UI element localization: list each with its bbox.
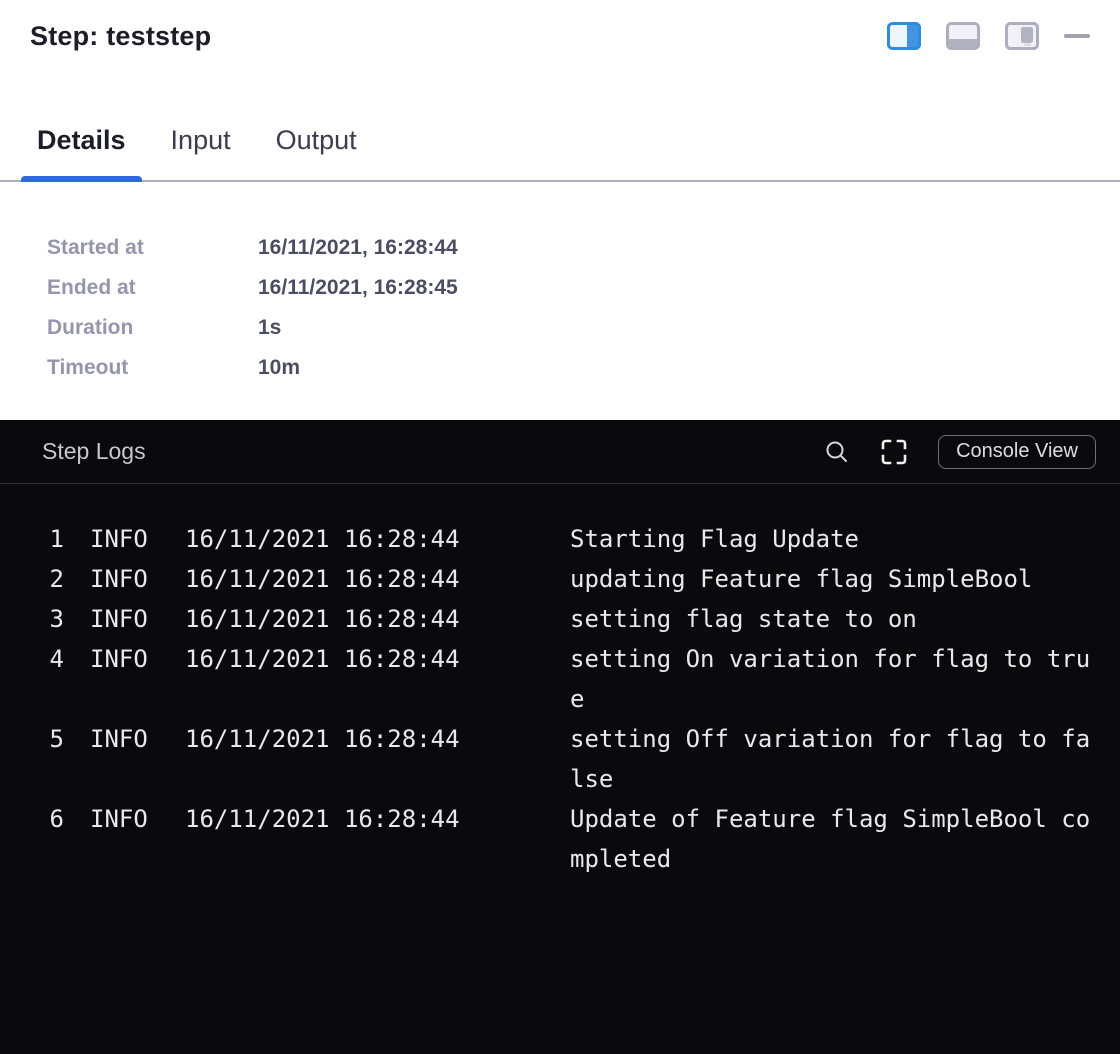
log-output: 1 INFO 16/11/2021 16:28:44 Starting Flag… xyxy=(0,484,1120,879)
log-line-number: 5 xyxy=(24,719,64,759)
detail-row-duration: Duration 1s xyxy=(47,308,1120,348)
log-message: Starting Flag Update xyxy=(570,519,1090,559)
log-line-number: 1 xyxy=(24,519,64,559)
tab-details[interactable]: Details xyxy=(21,125,142,180)
log-message: updating Feature flag SimpleBool xyxy=(570,559,1090,599)
details-section: Started at 16/11/2021, 16:28:44 Ended at… xyxy=(0,182,1120,420)
log-timestamp: 16/11/2021 16:28:44 xyxy=(185,599,570,639)
log-timestamp: 16/11/2021 16:28:44 xyxy=(185,719,570,759)
split-bottom-icon xyxy=(946,22,980,50)
detail-value: 10m xyxy=(258,348,300,388)
log-line-number: 6 xyxy=(24,799,64,839)
detail-row-started-at: Started at 16/11/2021, 16:28:44 xyxy=(47,228,1120,268)
layout-float-button[interactable] xyxy=(1005,20,1039,52)
detail-value: 16/11/2021, 16:28:44 xyxy=(258,228,458,268)
log-line-number: 3 xyxy=(24,599,64,639)
log-panel-header: Step Logs Console View xyxy=(0,420,1120,484)
minimize-icon xyxy=(1064,33,1090,39)
log-level: INFO xyxy=(64,719,185,759)
layout-split-right-button[interactable] xyxy=(887,20,921,52)
log-timestamp: 16/11/2021 16:28:44 xyxy=(185,559,570,599)
detail-row-ended-at: Ended at 16/11/2021, 16:28:45 xyxy=(47,268,1120,308)
tab-output[interactable]: Output xyxy=(260,125,373,180)
log-line-number: 2 xyxy=(24,559,64,599)
float-panel-icon xyxy=(1005,22,1039,50)
log-level: INFO xyxy=(64,639,185,679)
log-timestamp: 16/11/2021 16:28:44 xyxy=(185,519,570,559)
detail-value: 1s xyxy=(258,308,281,348)
log-level: INFO xyxy=(64,799,185,839)
panel-header: Step: teststep xyxy=(0,0,1120,72)
log-line: 3 INFO 16/11/2021 16:28:44 setting flag … xyxy=(24,599,1096,639)
console-view-button[interactable]: Console View xyxy=(938,435,1096,469)
log-line-number: 4 xyxy=(24,639,64,679)
layout-split-bottom-button[interactable] xyxy=(946,20,980,52)
detail-label: Duration xyxy=(47,308,258,348)
log-message: setting On variation for flag to true xyxy=(570,639,1090,719)
log-line: 4 INFO 16/11/2021 16:28:44 setting On va… xyxy=(24,639,1096,719)
detail-label: Timeout xyxy=(47,348,258,388)
log-timestamp: 16/11/2021 16:28:44 xyxy=(185,639,570,679)
log-message: setting Off variation for flag to false xyxy=(570,719,1090,799)
page-title: Step: teststep xyxy=(30,21,211,52)
expand-icon xyxy=(880,438,908,466)
detail-label: Ended at xyxy=(47,268,258,308)
detail-row-timeout: Timeout 10m xyxy=(47,348,1120,388)
minimize-button[interactable] xyxy=(1064,20,1090,52)
step-detail-panel: Step: teststep xyxy=(0,0,1120,1054)
search-icon xyxy=(824,439,850,465)
step-tabs: Details Input Output xyxy=(0,72,1120,182)
log-line: 2 INFO 16/11/2021 16:28:44 updating Feat… xyxy=(24,559,1096,599)
log-panel-title: Step Logs xyxy=(42,438,146,465)
log-actions: Console View xyxy=(824,435,1096,469)
log-message: Update of Feature flag SimpleBool comple… xyxy=(570,799,1090,879)
split-right-icon xyxy=(887,22,921,50)
panel-layout-controls xyxy=(887,20,1090,52)
log-message: setting flag state to on xyxy=(570,599,1090,639)
expand-logs-button[interactable] xyxy=(880,436,908,468)
log-line: 6 INFO 16/11/2021 16:28:44 Update of Fea… xyxy=(24,799,1096,879)
log-line: 1 INFO 16/11/2021 16:28:44 Starting Flag… xyxy=(24,519,1096,559)
log-line: 5 INFO 16/11/2021 16:28:44 setting Off v… xyxy=(24,719,1096,799)
detail-label: Started at xyxy=(47,228,258,268)
log-level: INFO xyxy=(64,519,185,559)
tab-input[interactable]: Input xyxy=(155,125,247,180)
log-level: INFO xyxy=(64,599,185,639)
detail-value: 16/11/2021, 16:28:45 xyxy=(258,268,458,308)
log-level: INFO xyxy=(64,559,185,599)
step-logs-panel: Step Logs Console View xyxy=(0,420,1120,1054)
log-timestamp: 16/11/2021 16:28:44 xyxy=(185,799,570,839)
search-logs-button[interactable] xyxy=(824,436,850,468)
